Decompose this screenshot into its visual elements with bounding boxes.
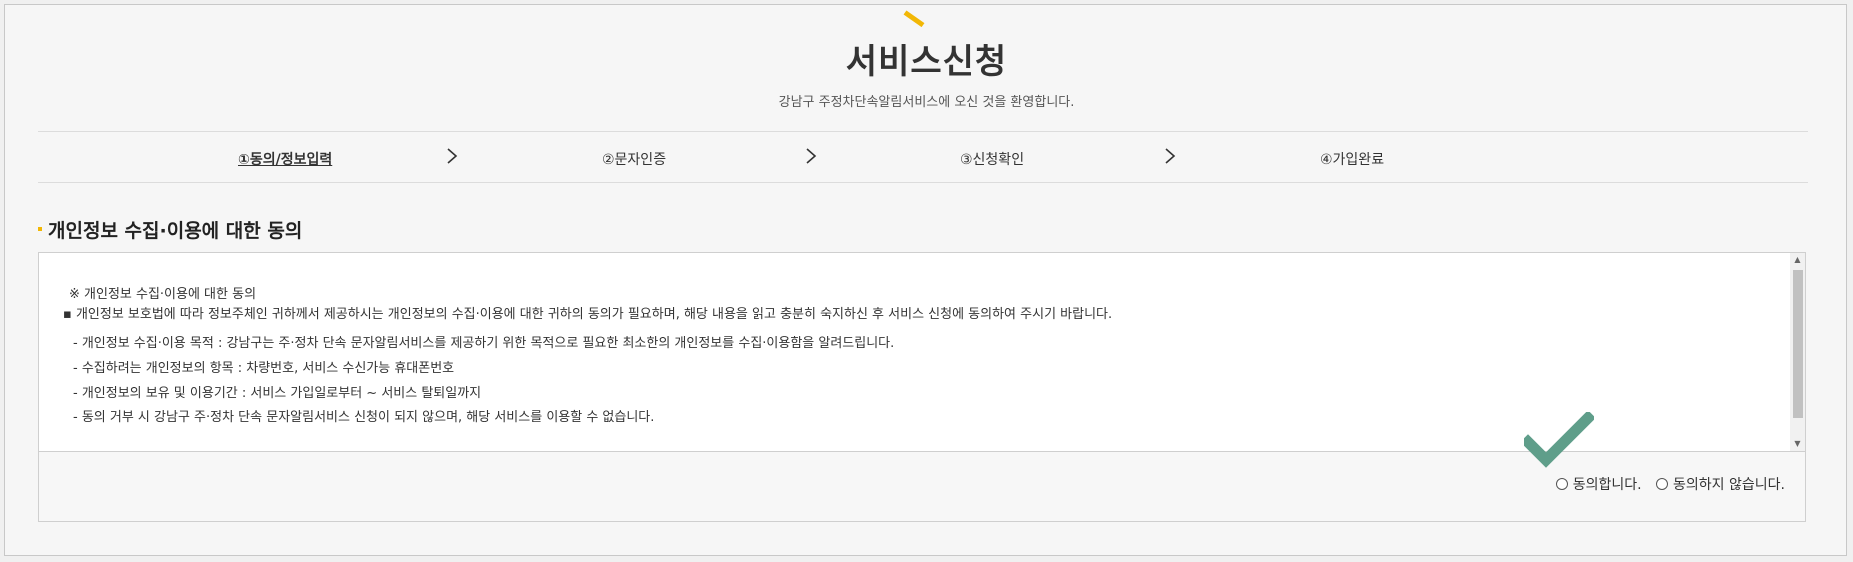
section-title: 개인정보 수집·이용에 대한 동의 bbox=[38, 216, 302, 243]
chevron-right-icon bbox=[447, 148, 458, 164]
consent-intro: ▪ 개인정보 보호법에 따라 정보주체인 귀하께서 제공하시는 개인정보의 수집… bbox=[63, 307, 1113, 322]
step-complete: ④가입완료 bbox=[1320, 152, 1385, 168]
radio-circle[interactable] bbox=[1555, 478, 1568, 490]
consent-item: - 수집하려는 개인정보의 항목 : 차량번호, 서비스 수신가능 휴대폰번호 bbox=[73, 361, 455, 376]
scroll-down-arrow-icon[interactable]: ▼ bbox=[1790, 437, 1805, 451]
agreement-radio-group: 동의합니다. 동의하지 않습니다. bbox=[1546, 474, 1785, 494]
agree-label: 동의합니다. bbox=[1572, 477, 1642, 493]
scroll-thumb[interactable] bbox=[1793, 270, 1803, 418]
consent-item: - 개인정보 수집·이용 목적 : 강남구는 주·정차 단속 문자알림서비스를 … bbox=[73, 336, 895, 351]
step-sms-auth: ②문자인증 bbox=[602, 152, 667, 168]
scroll-up-arrow-icon[interactable]: ▲ bbox=[1790, 253, 1805, 267]
consent-item: - 동의 거부 시 강남구 주·정차 단속 문자알림서비스 신청이 되지 않으며… bbox=[73, 410, 655, 425]
radio-circle[interactable] bbox=[1656, 478, 1669, 490]
consent-item: - 개인정보의 보유 및 이용기간 : 서비스 가입일로부터 ~ 서비스 탈퇴일… bbox=[73, 386, 482, 401]
step-indicator: ①동의/정보입력 ②문자인증 ③신청확인 ④가입완료 bbox=[38, 131, 1808, 183]
consent-heading: ※ 개인정보 수집·이용에 대한 동의 bbox=[69, 287, 257, 302]
scrollbar[interactable]: ▲ ▼ bbox=[1790, 253, 1805, 451]
page-subtitle: 강남구 주정차단속알림서비스에 오신 것을 환영합니다. bbox=[778, 95, 1075, 110]
section-title-text: 개인정보 수집·이용에 대한 동의 bbox=[48, 220, 303, 242]
disagree-label: 동의하지 않습니다. bbox=[1673, 477, 1785, 493]
page-title: 서비스신청 bbox=[845, 42, 1008, 82]
chevron-right-icon bbox=[806, 148, 817, 164]
step-agree-info: ①동의/정보입력 bbox=[238, 152, 333, 168]
chevron-right-icon bbox=[1165, 148, 1176, 164]
agree-radio[interactable]: 동의합니다. bbox=[1555, 474, 1642, 494]
step-confirm: ③신청확인 bbox=[960, 152, 1025, 168]
disagree-radio[interactable]: 동의하지 않습니다. bbox=[1656, 474, 1785, 494]
section-bullet-icon bbox=[38, 226, 42, 231]
check-icon bbox=[1524, 412, 1594, 468]
